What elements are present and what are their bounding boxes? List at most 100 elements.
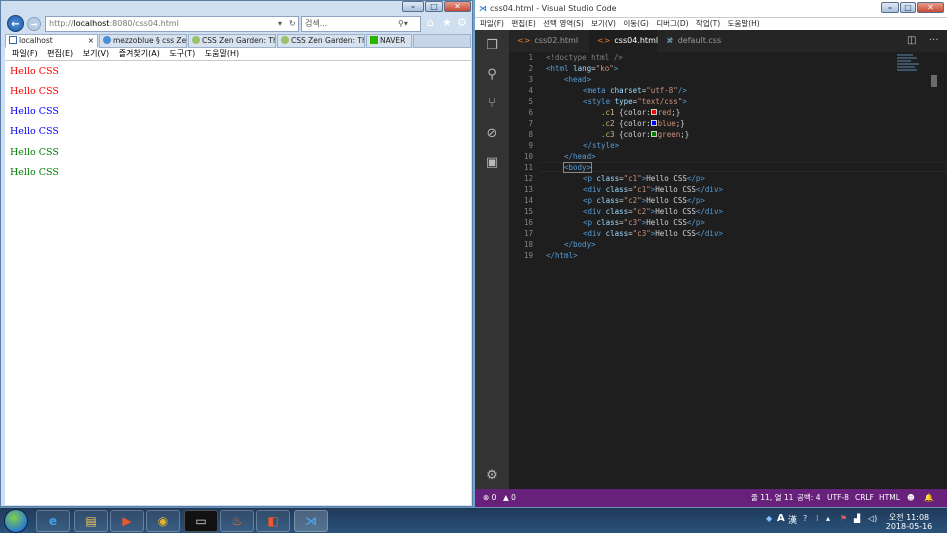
tab-zen-garden-1[interactable]: CSS Zen Garden: The... (188, 34, 276, 48)
cursor-position[interactable]: 줄 11, 열 11 (751, 489, 793, 507)
tab-css04[interactable]: <> css04.html × (589, 30, 673, 52)
vscode-close-button[interactable]: ✕ (917, 2, 944, 13)
tray-overflow-icon[interactable]: ⁝ (816, 514, 819, 523)
eclipse-icon[interactable]: ◧ (256, 510, 290, 532)
code-line: </head> (564, 152, 596, 161)
volume-icon[interactable]: ◁) (868, 514, 877, 523)
code-editor[interactable]: 1 2 3 4 5 6 7 8 9 10 11 12 13 14 15 16 1… (509, 52, 947, 489)
explorer-icon[interactable]: ❐ (484, 38, 500, 54)
language-mode[interactable]: HTML (879, 489, 900, 507)
source-control-icon[interactable]: ⑂ (484, 96, 500, 112)
tab-mezzoblue[interactable]: mezzoblue § css Zen... (99, 34, 187, 48)
command-prompt-icon[interactable]: ▭ (184, 510, 218, 532)
vscode-maximize-button[interactable]: □ (900, 2, 916, 13)
code-line: <meta charset="utf-8"/> (583, 86, 687, 95)
action-center-flag-icon[interactable]: ⚑ (840, 514, 847, 523)
tab-default-css[interactable]: # default.css (659, 30, 733, 52)
page-icon (9, 36, 17, 44)
green-swatch[interactable] (650, 131, 657, 137)
language-bar-icon[interactable]: ◆ (766, 514, 772, 523)
debug-icon[interactable]: ⊘ (484, 126, 500, 142)
menu-tasks[interactable]: 작업(T) (696, 19, 720, 28)
split-editor-icon[interactable]: ◫ (907, 34, 916, 48)
url-path: :8080/css04.html (109, 19, 179, 28)
clock-date[interactable]: 2018-05-16 (884, 522, 934, 531)
warnings-indicator[interactable]: ▲ 0 (503, 489, 516, 507)
start-button[interactable] (4, 509, 28, 533)
java-icon[interactable]: ♨ (220, 510, 254, 532)
menu-help[interactable]: 도움말(H) (205, 49, 239, 58)
menu-selection[interactable]: 선택 영역(S) (543, 19, 584, 28)
menu-view[interactable]: 보기(V) (591, 19, 616, 28)
close-tab-icon[interactable]: × (88, 35, 94, 47)
ie-close-button[interactable]: ✕ (444, 1, 471, 12)
chrome-icon[interactable]: ◉ (146, 510, 180, 532)
gear-icon[interactable]: ⚙ (457, 16, 467, 30)
home-icon[interactable]: ⌂ (427, 16, 434, 30)
vscode-logo-icon: ⋊ (479, 4, 487, 13)
extensions-icon[interactable]: ▣ (484, 155, 500, 171)
search-input[interactable]: 검색... ⚲▾ (301, 16, 421, 32)
ie-maximize-button[interactable]: □ (425, 1, 443, 12)
tab-zen-garden-2[interactable]: CSS Zen Garden: The... (277, 34, 365, 48)
ime-mode-a[interactable]: A (777, 513, 785, 524)
ie-minimize-button[interactable]: – (402, 1, 424, 12)
gear-icon[interactable]: ⚙ (484, 468, 500, 484)
errors-indicator[interactable]: ⊗ 0 (483, 489, 496, 507)
vscode-menu-bar: 파일(F) 편집(E) 선택 영역(S) 보기(V) 이동(G) 디버그(D) … (475, 18, 947, 30)
blue-swatch[interactable] (650, 120, 657, 126)
line-number: 14 (523, 196, 533, 205)
new-tab-button[interactable] (413, 34, 471, 48)
menu-edit[interactable]: 편집(E) (511, 19, 535, 28)
menu-favorites[interactable]: 즐겨찾기(A) (119, 49, 160, 58)
editor-scrollbar[interactable] (931, 75, 937, 87)
html-file-icon: <> (517, 36, 531, 45)
favorites-star-icon[interactable]: ★ (442, 16, 452, 30)
menu-tools[interactable]: 도구(T) (169, 49, 195, 58)
dropdown-icon[interactable]: ▾ (278, 17, 282, 31)
encoding[interactable]: UTF-8 (827, 489, 849, 507)
ie-caption-bar: – □ ✕ (1, 1, 472, 13)
file-explorer-icon[interactable]: ▤ (74, 510, 108, 532)
tab-naver[interactable]: NAVER (366, 34, 412, 48)
system-tray: ◆ A 漢 ? ⁝ ▴ ⚑ ▟ ◁) 오전 11:08 2018-05-16 (764, 510, 944, 532)
network-icon[interactable]: ▟ (854, 514, 860, 523)
menu-go[interactable]: 이동(G) (623, 19, 648, 28)
tab-localhost[interactable]: localhost × (5, 34, 98, 48)
forward-button[interactable]: → (27, 17, 41, 31)
vscode-taskbar-icon[interactable]: ⋊ (294, 510, 328, 532)
code-line: </style> (583, 141, 620, 150)
code-line: .c2 {color: blue;} (601, 119, 685, 128)
address-bar[interactable]: http://localhost:8080/css04.html ▾ ↻ (45, 16, 299, 32)
menu-file[interactable]: 파일(F) (480, 19, 504, 28)
menu-edit[interactable]: 편집(E) (47, 49, 73, 58)
search-icon[interactable]: ⚲ (484, 67, 500, 83)
line-number: 19 (523, 251, 533, 260)
menu-view[interactable]: 보기(V) (83, 49, 109, 58)
code-line: <!doctype html /> (546, 53, 623, 62)
line-ending[interactable]: CRLF (855, 489, 874, 507)
minimap[interactable] (897, 54, 933, 78)
vscode-minimize-button[interactable]: – (881, 2, 899, 13)
menu-file[interactable]: 파일(F) (12, 49, 38, 58)
back-button[interactable]: ← (7, 15, 24, 32)
refresh-icon[interactable]: ↻ (289, 17, 296, 31)
internet-explorer-icon[interactable]: e (36, 510, 70, 532)
red-swatch[interactable] (650, 109, 657, 115)
page-content: Hello CSS Hello CSS Hello CSS Hello CSS … (5, 60, 471, 505)
notifications-bell-icon[interactable]: 🔔 (924, 489, 933, 507)
tab-css02[interactable]: <> css02.html (509, 30, 589, 52)
menu-debug[interactable]: 디버그(D) (656, 19, 688, 28)
help-icon[interactable]: ? (803, 514, 807, 523)
indentation[interactable]: 공백: 4 (797, 489, 820, 507)
hello-div-c1: Hello CSS (10, 86, 59, 97)
tab-label: default.css (677, 36, 722, 45)
status-bar: ⊗ 0 ▲ 0 줄 11, 열 11 공백: 4 UTF-8 CRLF HTML… (475, 489, 947, 507)
menu-help[interactable]: 도움말(H) (728, 19, 760, 28)
more-actions-icon[interactable]: ··· (929, 34, 939, 48)
feedback-smiley-icon[interactable]: ☻ (907, 489, 915, 507)
show-hidden-icons-icon[interactable]: ▴ (826, 514, 830, 523)
search-icon[interactable]: ⚲▾ (398, 17, 408, 31)
media-player-icon[interactable]: ▶ (110, 510, 144, 532)
ime-mode-han[interactable]: 漢 (788, 513, 797, 526)
